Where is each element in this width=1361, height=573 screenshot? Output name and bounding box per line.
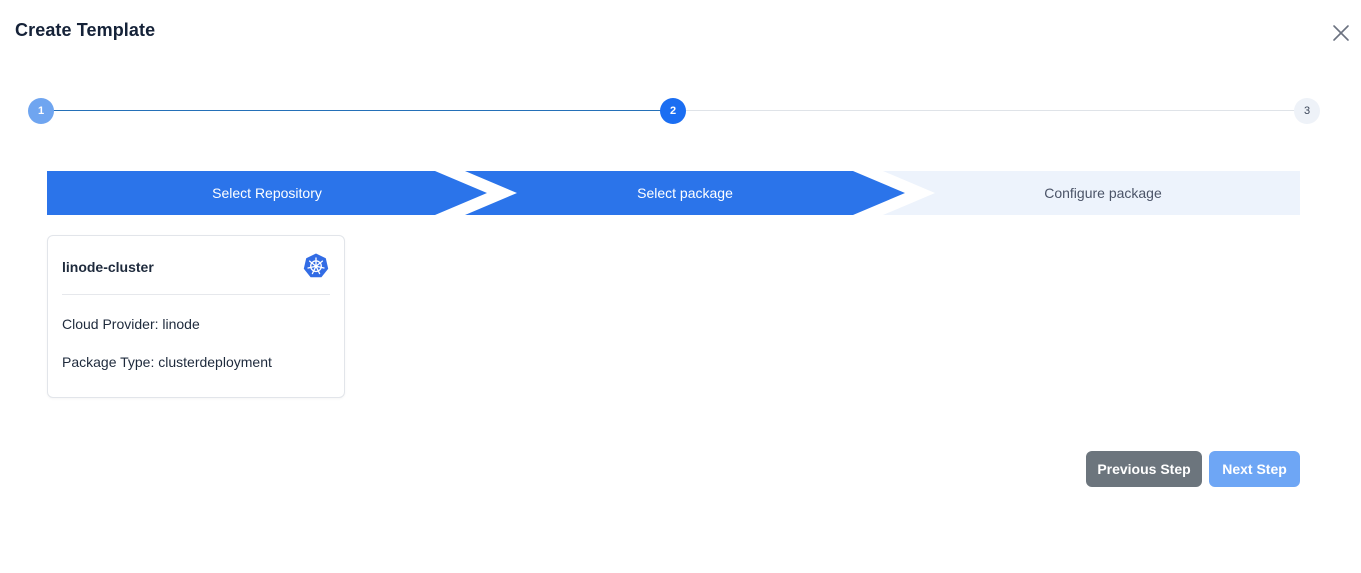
- close-icon: [1333, 25, 1349, 41]
- next-step-button[interactable]: Next Step: [1209, 451, 1300, 487]
- package-card-linode-cluster[interactable]: linode-cluster Cloud Provider: linode Pa…: [47, 235, 345, 398]
- stepper-line-pending: [673, 110, 1306, 111]
- wizard-breadcrumb: Select Repository Select package Configu…: [47, 171, 1300, 215]
- package-name: linode-cluster: [62, 259, 154, 275]
- breadcrumb-configure-package: Configure package: [1044, 185, 1162, 201]
- step-3-dot: 3: [1294, 98, 1320, 124]
- step-2-dot: 2: [660, 98, 686, 124]
- card-divider: [62, 294, 330, 295]
- cloud-provider-text: Cloud Provider: linode: [62, 316, 200, 332]
- package-type-text: Package Type: clusterdeployment: [62, 354, 272, 370]
- progress-stepper: 1 2 3: [0, 98, 1361, 124]
- breadcrumb-select-package: Select package: [637, 185, 733, 201]
- close-button[interactable]: [1328, 20, 1354, 46]
- kubernetes-icon: [303, 253, 329, 278]
- previous-step-button[interactable]: Previous Step: [1086, 451, 1202, 487]
- stepper-line-completed: [41, 110, 673, 111]
- step-1-dot: 1: [28, 98, 54, 124]
- modal-title: Create Template: [15, 20, 156, 40]
- breadcrumb-select-repository: Select Repository: [212, 185, 322, 201]
